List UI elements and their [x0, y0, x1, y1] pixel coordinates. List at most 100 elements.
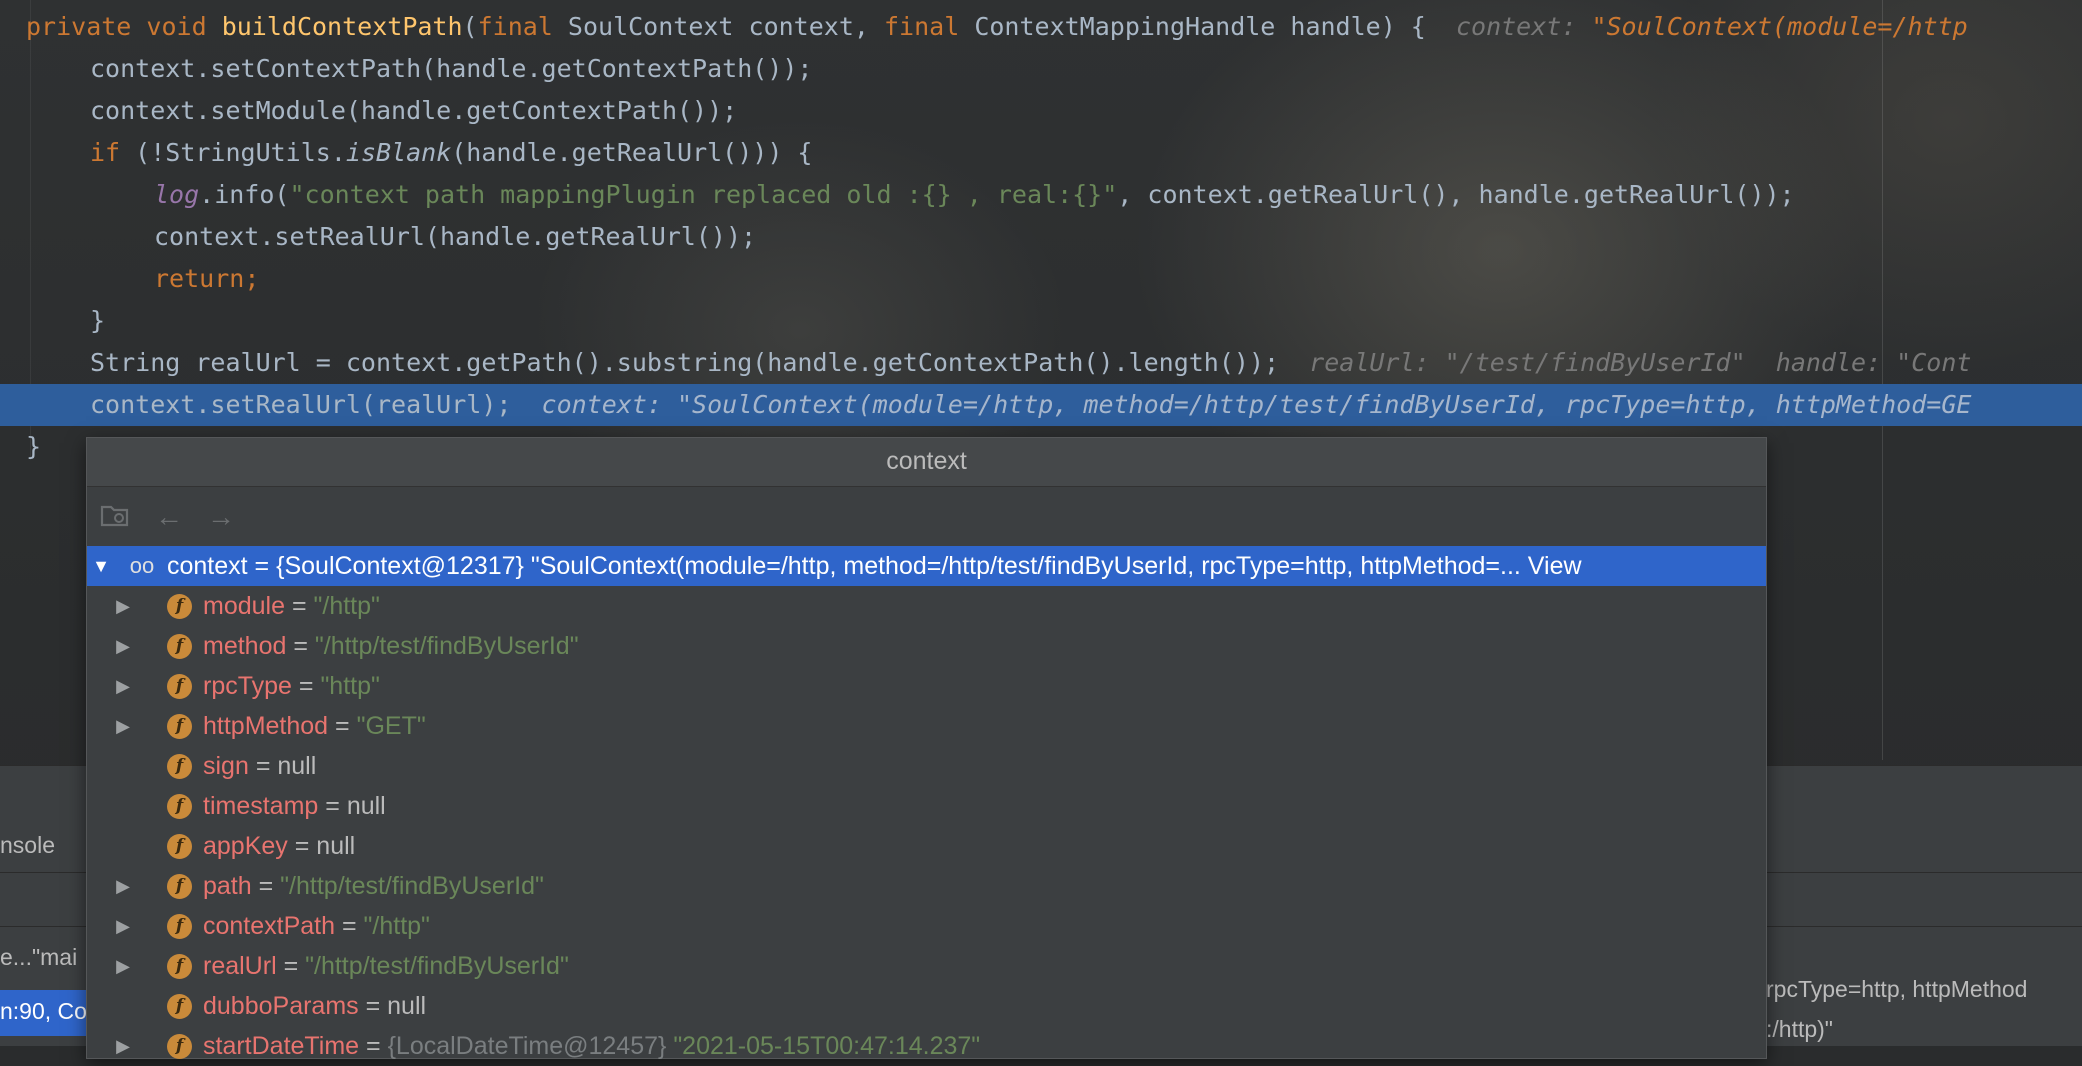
console-tab[interactable]: nsole [0, 832, 55, 859]
expand-arrow-icon[interactable]: ▶ [111, 1026, 135, 1066]
watch-glasses-icon: oo [129, 553, 155, 578]
expand-arrow-icon[interactable]: ▶ [111, 946, 135, 986]
code-token: final [477, 12, 553, 41]
root-variable: context = {SoulContext@12317} "SoulConte… [167, 546, 1582, 586]
variable-tree[interactable]: ▼ oo context = {SoulContext@12317} "Soul… [87, 546, 1766, 1066]
tree-row-field[interactable]: ▶ f module = "/http" [87, 586, 1766, 626]
tree-row-field[interactable]: f dubboParams = null [87, 986, 1766, 1026]
tree-row-field[interactable]: ▶ f contextPath = "/http" [87, 906, 1766, 946]
inline-debug-hint-value: "SoulContext(module=/http [1591, 12, 1968, 41]
code-line-4[interactable]: if (!StringUtils.isBlank(handle.getRealU… [90, 132, 2082, 174]
tree-row-root[interactable]: ▼ oo context = {SoulContext@12317} "Soul… [87, 546, 1766, 586]
variable-value-tail: :/http)" [1766, 1016, 1833, 1042]
field-value: null [346, 792, 386, 820]
tree-row-field[interactable]: f sign = null [87, 746, 1766, 786]
field-icon: f [167, 994, 192, 1019]
field-value: "/http/test/findByUserId" [305, 952, 569, 980]
code-line-2[interactable]: context.setContextPath(handle.getContext… [90, 48, 2082, 90]
field-entry: contextPath = "/http" [203, 906, 430, 946]
field-value: "GET" [356, 712, 426, 740]
field-entry: rpcType = "http" [203, 666, 380, 706]
code-token: isBlank [345, 138, 452, 167]
field-icon: f [167, 754, 192, 779]
field-entry: sign = null [203, 746, 316, 786]
expand-arrow-icon[interactable]: ▶ [111, 586, 135, 626]
tree-row-field[interactable]: ▶ f httpMethod = "GET" [87, 706, 1766, 746]
code-line-1[interactable]: private void buildContextPath(final Soul… [26, 6, 2082, 48]
code-text: } [90, 306, 106, 335]
code-line-6[interactable]: context.setRealUrl(handle.getRealUrl()); [154, 216, 2082, 258]
code-line-10-current[interactable]: context.setRealUrl(realUrl); context: "S… [0, 384, 2082, 426]
code-text: String realUrl = context.getPath().subst… [90, 348, 1280, 377]
tree-row-field[interactable]: f appKey = null [87, 826, 1766, 866]
field-value: "2021-05-15T00:47:14.237" [673, 1032, 981, 1060]
back-arrow-icon[interactable]: ← [153, 501, 185, 533]
code-line-5[interactable]: log.info("context path mappingPlugin rep… [154, 174, 2082, 216]
field-name: method [203, 632, 287, 660]
expand-arrow-icon[interactable]: ▼ [89, 546, 113, 586]
code-line-3[interactable]: context.setModule(handle.getContextPath(… [90, 90, 2082, 132]
expand-arrow-icon[interactable]: ▶ [111, 626, 135, 666]
field-entry: startDateTime = {LocalDateTime@12457} "2… [203, 1026, 980, 1066]
field-icon: f [167, 794, 192, 819]
field-icon: f [167, 914, 192, 939]
field-icon: f [167, 954, 192, 979]
code-token: .info( [199, 180, 290, 209]
field-name: contextPath [203, 912, 336, 940]
field-icon: f [167, 874, 192, 899]
code-token: (!StringUtils. [120, 138, 346, 167]
expand-arrow-icon[interactable]: ▶ [111, 866, 135, 906]
code-text: } [26, 432, 42, 461]
code-token: if [90, 138, 121, 167]
equals-sign: = [318, 792, 347, 820]
expand-arrow-icon[interactable]: ▶ [111, 666, 135, 706]
selected-frame[interactable]: n:90, Co [0, 998, 87, 1025]
inline-debug-hint: context: "SoulContext(module=/http, meth… [541, 390, 1972, 419]
field-name: path [203, 872, 252, 900]
tree-row-field[interactable]: ▶ f method = "/http/test/findByUserId" [87, 626, 1766, 666]
popup-title: context [87, 438, 1766, 487]
tree-row-field[interactable]: ▶ f realUrl = "/http/test/findByUserId" [87, 946, 1766, 986]
code-token: ; [244, 264, 260, 293]
code-token: , context.getRealUrl(), handle.getRealUr… [1117, 180, 1795, 209]
tree-row-field[interactable]: f timestamp = null [87, 786, 1766, 826]
variable-value: {SoulContext@12317} "SoulContext(module=… [276, 552, 1528, 580]
object-reference: {LocalDateTime@12457} [387, 1032, 674, 1060]
equals-sign: = [286, 632, 315, 660]
code-line-9[interactable]: String realUrl = context.getPath().subst… [90, 342, 2082, 384]
folder-watch-icon[interactable] [99, 501, 131, 533]
forward-arrow-icon[interactable]: → [205, 501, 237, 533]
field-name: realUrl [203, 952, 277, 980]
field-entry: appKey = null [203, 826, 355, 866]
expand-arrow-icon[interactable]: ▶ [111, 906, 135, 946]
field-entry: timestamp = null [203, 786, 386, 826]
field-name: startDateTime [203, 1032, 360, 1060]
field-entry: method = "/http/test/findByUserId" [203, 626, 579, 666]
tree-row-field[interactable]: ▶ f rpcType = "http" [87, 666, 1766, 706]
view-link[interactable]: View [1528, 552, 1582, 580]
code-line-8[interactable]: } [90, 300, 2082, 342]
field-name: dubboParams [203, 992, 359, 1020]
field-name: sign [203, 752, 249, 780]
field-icon: f [167, 1034, 192, 1059]
code-text: context.setRealUrl(realUrl); [90, 390, 512, 419]
code-token: SoulContext context, [552, 12, 884, 41]
equals-sign: = [248, 752, 278, 780]
equals-sign: = [328, 712, 357, 740]
tree-row-field[interactable]: ▶ f path = "/http/test/findByUserId" [87, 866, 1766, 906]
field-icon: f [167, 634, 192, 659]
field-value: "http" [320, 672, 380, 700]
expand-arrow-icon[interactable]: ▶ [111, 706, 135, 746]
equals-sign: = [251, 872, 281, 900]
tree-row-field[interactable]: ▶ f startDateTime = {LocalDateTime@12457} … [87, 1026, 1766, 1066]
inline-debug-hint: context: [1455, 12, 1592, 41]
field-icon: f [167, 674, 192, 699]
field-name: module [203, 592, 285, 620]
code-token: return [154, 264, 245, 293]
variable-inspector-popup[interactable]: context ← → ▼ oo context = {SoulContext@… [86, 437, 1767, 1060]
thread-selector[interactable]: e..."mai [0, 944, 77, 971]
field-entry: httpMethod = "GET" [203, 706, 426, 746]
field-value: "/http" [363, 912, 430, 940]
code-line-7[interactable]: return; [154, 258, 2082, 300]
field-name: appKey [203, 832, 288, 860]
